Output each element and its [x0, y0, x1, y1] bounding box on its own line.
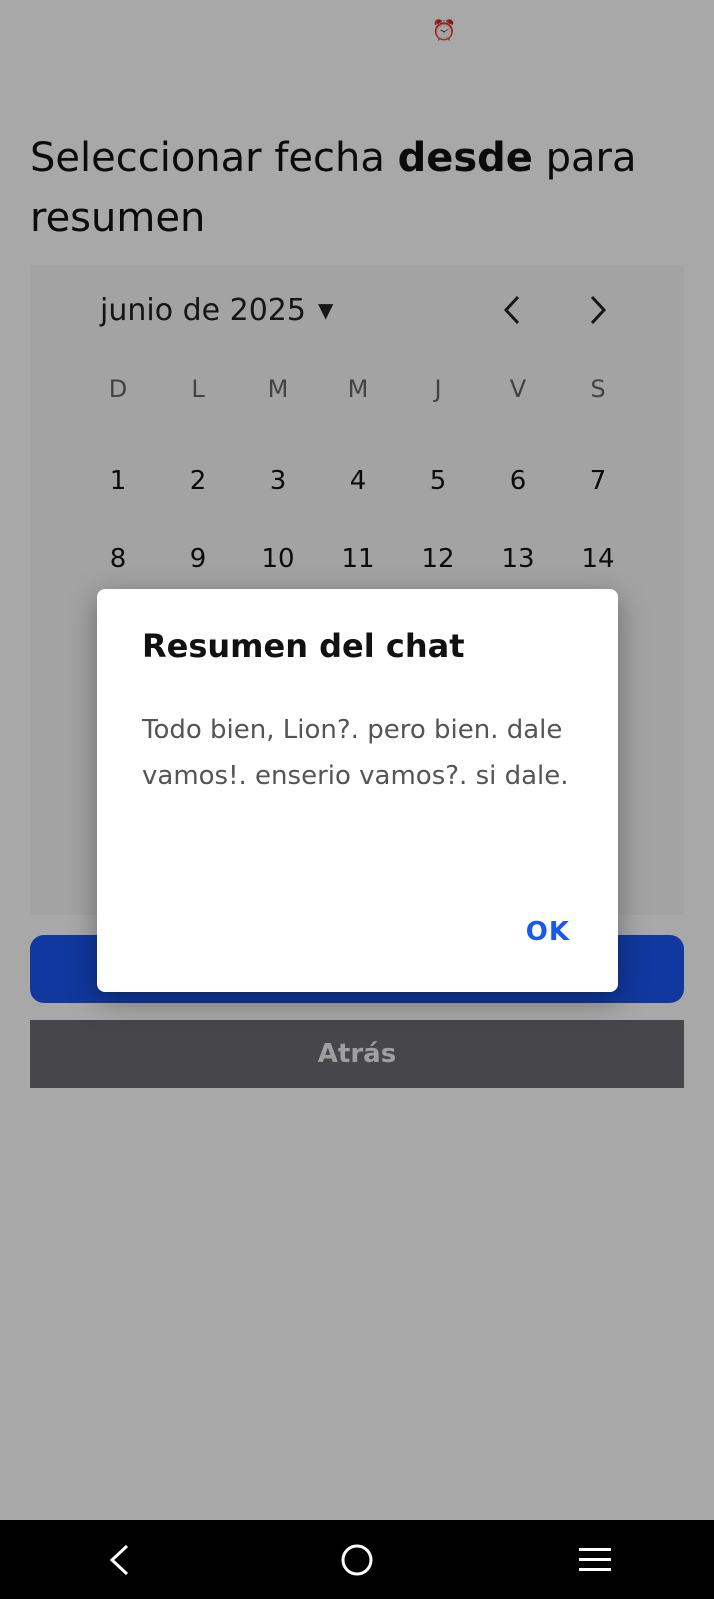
nav-menu-button[interactable] — [565, 1530, 625, 1590]
menu-icon — [579, 1547, 611, 1571]
ok-button[interactable]: OK — [526, 917, 570, 947]
dialog-message: Todo bien, Lion?. pero bien. dale vamos!… — [142, 715, 569, 791]
dialog-title: Resumen del chat — [142, 627, 465, 665]
nav-home-button[interactable] — [327, 1530, 387, 1590]
nav-back-button[interactable] — [89, 1530, 149, 1590]
system-navigation-bar — [0, 1520, 714, 1599]
home-icon — [341, 1544, 373, 1575]
back-icon — [109, 1544, 129, 1575]
chat-summary-dialog: Resumen del chat Todo bien, Lion?. pero … — [97, 589, 618, 992]
